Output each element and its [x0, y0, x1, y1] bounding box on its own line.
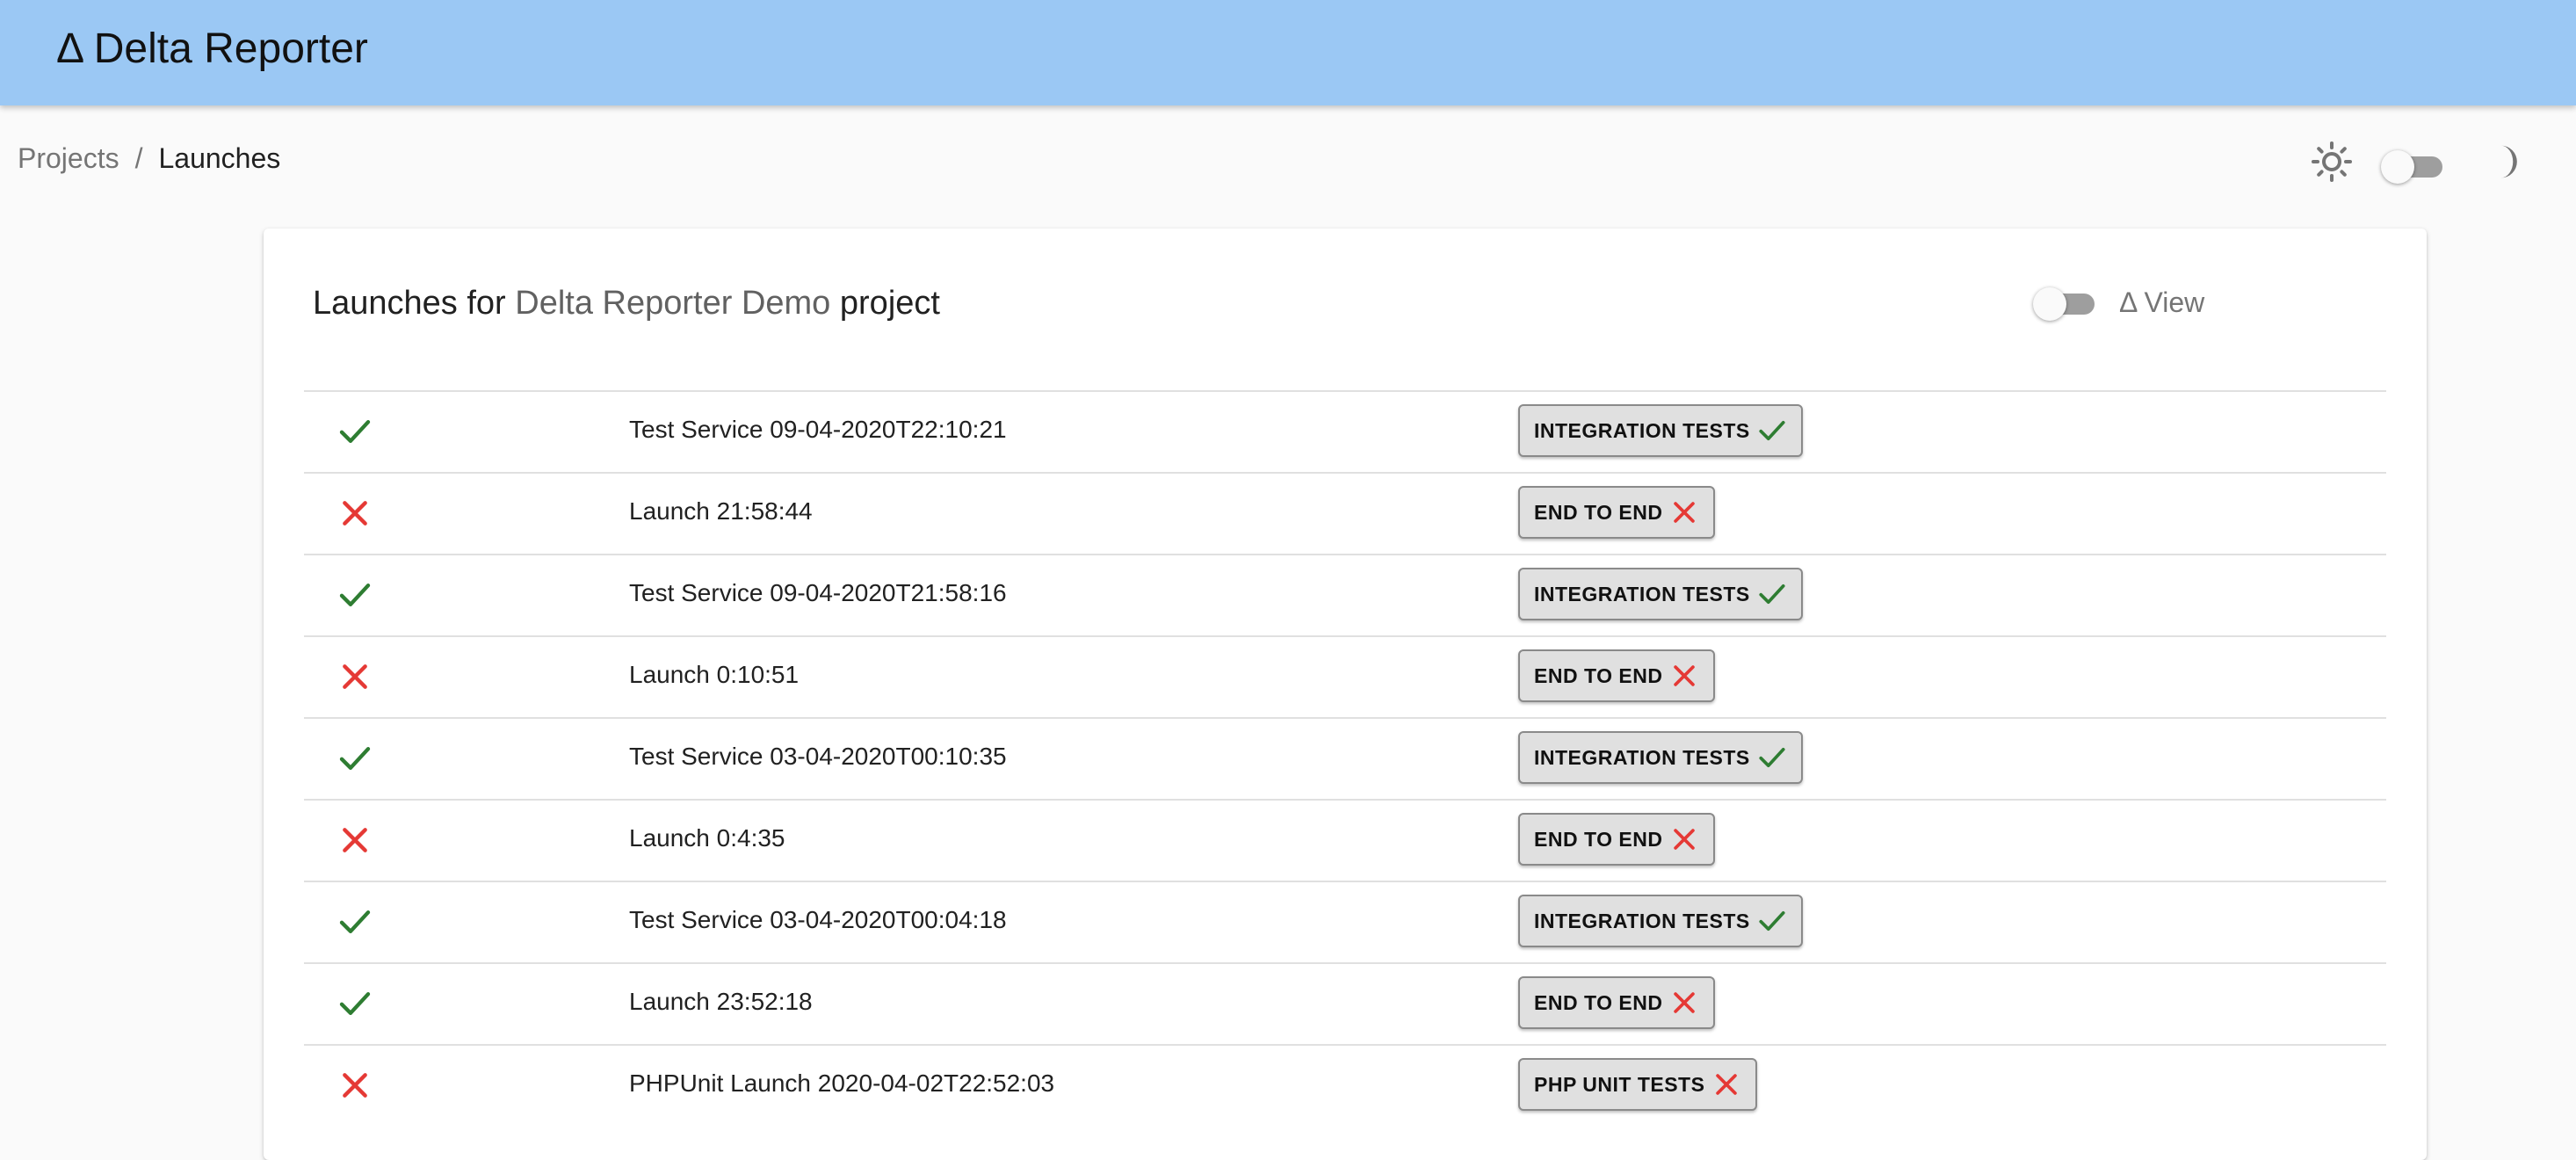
theme-toggle-switch[interactable]	[2381, 149, 2448, 184]
test-run-chip[interactable]: INTEGRATION TESTS	[1518, 895, 1803, 947]
project-name: Delta Reporter Demo	[515, 285, 831, 322]
test-run-chip[interactable]: INTEGRATION TESTS	[1518, 568, 1803, 620]
launch-row[interactable]: Test Service 03-04-2020T00:04:18 INTEGRAT…	[304, 881, 2386, 962]
cross-icon	[1716, 1074, 1738, 1095]
launch-name[interactable]: Launch 0:4:35	[629, 824, 785, 852]
check-icon	[339, 992, 371, 1015]
test-run-chip[interactable]: END TO END	[1518, 486, 1716, 539]
launch-row[interactable]: PHPUnit Launch 2020-04-02T22:52:03 PHP UN…	[304, 1044, 2386, 1126]
check-icon	[1759, 747, 1785, 768]
moon-icon	[2500, 145, 2517, 178]
launch-name[interactable]: Launch 23:52:18	[629, 988, 813, 1016]
launches-card: Launches for Delta Reporter Demo project…	[264, 228, 2427, 1160]
cross-icon	[1674, 992, 1696, 1013]
launch-row[interactable]: Launch 21:58:44 END TO END	[304, 472, 2386, 554]
test-run-label: INTEGRATION TESTS	[1534, 582, 1750, 605]
launch-name[interactable]: PHPUnit Launch 2020-04-02T22:52:03	[629, 1069, 1054, 1098]
launch-name[interactable]: Test Service 03-04-2020T00:10:35	[629, 743, 1007, 771]
test-run-chip[interactable]: END TO END	[1518, 976, 1716, 1029]
test-run-label: INTEGRATION TESTS	[1534, 909, 1750, 932]
launch-name[interactable]: Test Service 03-04-2020T00:04:18	[629, 906, 1007, 934]
test-run-label: PHP UNIT TESTS	[1534, 1072, 1705, 1096]
title-suffix: project	[839, 285, 940, 322]
delta-view-toggle[interactable]	[2033, 286, 2100, 322]
check-icon	[339, 420, 371, 443]
check-icon	[1759, 910, 1785, 932]
test-run-label: END TO END	[1534, 500, 1663, 524]
cross-icon	[343, 501, 367, 526]
test-run-chip[interactable]: PHP UNIT TESTS	[1518, 1058, 1758, 1111]
launch-row[interactable]: Launch 0:10:51 END TO END	[304, 635, 2386, 717]
theme-toggle-thumb[interactable]	[2381, 150, 2414, 184]
test-run-chip[interactable]: END TO END	[1518, 813, 1716, 866]
card-title: Launches for Delta Reporter Demo project	[313, 285, 940, 323]
cross-icon	[1674, 829, 1696, 850]
breadcrumb: Projects / Launches	[18, 142, 280, 175]
check-icon	[339, 910, 371, 933]
test-run-chip[interactable]: INTEGRATION TESTS	[1518, 404, 1803, 457]
launch-row[interactable]: Launch 0:4:35 END TO END	[304, 799, 2386, 881]
test-run-label: END TO END	[1534, 990, 1663, 1014]
launch-name[interactable]: Test Service 09-04-2020T22:10:21	[629, 416, 1007, 444]
title-prefix: Launches for	[313, 285, 506, 322]
check-icon	[1759, 420, 1785, 441]
test-run-label: INTEGRATION TESTS	[1534, 418, 1750, 442]
launch-list: Test Service 09-04-2020T22:10:21 INTEGRAT…	[304, 390, 2386, 1126]
cross-icon	[1674, 665, 1696, 686]
check-icon	[339, 584, 371, 606]
cross-icon	[1674, 502, 1696, 523]
check-icon	[339, 747, 371, 770]
launch-row[interactable]: Test Service 09-04-2020T22:10:21 INTEGRAT…	[304, 390, 2386, 472]
test-run-chip[interactable]: INTEGRATION TESTS	[1518, 731, 1803, 784]
breadcrumb-projects-link[interactable]: Projects	[18, 142, 119, 174]
test-run-label: END TO END	[1534, 827, 1663, 851]
cross-icon	[343, 828, 367, 852]
check-icon	[1759, 584, 1785, 605]
delta-view-toggle-thumb[interactable]	[2033, 287, 2066, 321]
launch-row[interactable]: Launch 23:52:18 END TO END	[304, 962, 2386, 1044]
breadcrumb-current-page: Launches	[158, 142, 281, 174]
cross-icon	[343, 1073, 367, 1098]
launch-name[interactable]: Launch 21:58:44	[629, 497, 813, 526]
test-run-label: INTEGRATION TESTS	[1534, 745, 1750, 769]
app-bar: Δ Delta Reporter	[0, 0, 2576, 105]
test-run-chip[interactable]: END TO END	[1518, 649, 1716, 702]
cross-icon	[343, 664, 367, 689]
delta-view-label: Δ View	[2119, 286, 2205, 318]
sun-icon	[2312, 141, 2352, 182]
app-title[interactable]: Δ Delta Reporter	[56, 25, 368, 73]
launch-row[interactable]: Test Service 03-04-2020T00:10:35 INTEGRAT…	[304, 717, 2386, 799]
test-run-label: END TO END	[1534, 663, 1663, 687]
launch-name[interactable]: Launch 0:10:51	[629, 661, 799, 689]
launch-name[interactable]: Test Service 09-04-2020T21:58:16	[629, 579, 1007, 607]
breadcrumb-separator: /	[134, 142, 143, 174]
launch-row[interactable]: Test Service 09-04-2020T21:58:16 INTEGRAT…	[304, 554, 2386, 635]
